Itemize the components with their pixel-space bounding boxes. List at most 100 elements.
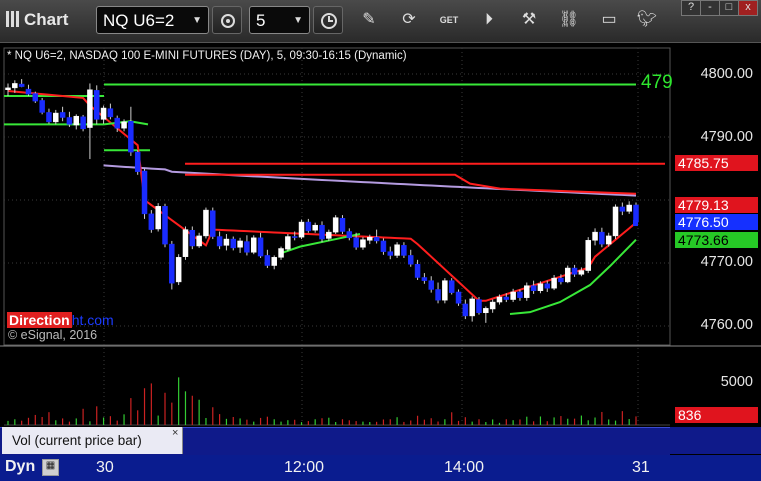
candle-body — [93, 90, 100, 120]
time-tick: 12:00 — [284, 459, 325, 476]
price-chart[interactable] — [0, 42, 761, 469]
candle-body — [148, 213, 155, 230]
interval-settings-button[interactable] — [313, 6, 343, 34]
candle-body — [18, 83, 25, 87]
window-title-label: Chart — [24, 10, 69, 29]
green-line-tag: 479 — [641, 72, 673, 93]
candle-body — [455, 291, 462, 304]
dropdown-caret-icon: ▼ — [192, 15, 202, 26]
price-tick: 4770.00 — [700, 254, 753, 270]
candle-body — [626, 204, 632, 212]
candle-body — [435, 289, 441, 301]
brand-part1: Direction — [7, 312, 72, 328]
clock-icon — [321, 13, 337, 29]
candle-body — [128, 121, 134, 153]
candle-body — [25, 88, 32, 95]
candle-body — [326, 231, 332, 239]
candle-body — [100, 107, 107, 120]
candle-body — [223, 238, 230, 246]
candle-body — [373, 236, 380, 242]
candle-body — [428, 280, 434, 290]
candle-body — [230, 238, 237, 249]
dynamic-mode-label[interactable]: Dyn — [5, 458, 35, 476]
candle-body — [387, 251, 394, 256]
volume-last-tag: 836 — [675, 407, 758, 423]
candle-body — [619, 206, 626, 212]
candle-body — [394, 244, 400, 256]
scale-corner — [670, 427, 761, 454]
minimize-button[interactable]: - — [700, 0, 720, 16]
price-tick: 4790.00 — [700, 129, 753, 145]
candle-body — [32, 93, 39, 102]
candle-body — [346, 231, 353, 239]
time-tick: 14:00 — [444, 459, 485, 476]
brand-part2: ht.com — [71, 312, 114, 328]
candle-body — [134, 151, 141, 172]
candle-body — [285, 236, 291, 250]
get-data-icon[interactable]: GET — [438, 9, 460, 31]
last-price-tag: 4776.50 — [675, 214, 758, 230]
window-title[interactable]: Chart — [6, 10, 68, 30]
maximize-button[interactable]: □ — [719, 0, 739, 16]
draw-pencil-icon[interactable]: ✎ — [358, 9, 380, 31]
candle-body — [571, 267, 578, 275]
candle-body — [448, 280, 455, 293]
candle-body — [530, 285, 537, 291]
candle-body — [332, 217, 339, 233]
candle-body — [250, 237, 257, 253]
candle-body — [59, 112, 66, 118]
close-button[interactable]: x — [738, 0, 758, 16]
volume-study-label: Vol (current price bar) — [12, 433, 142, 448]
symbol-value: NQ U6=2 — [103, 11, 175, 30]
refresh-icon[interactable]: ⟳ — [398, 9, 420, 31]
candle-body — [564, 267, 571, 283]
candle-body — [551, 277, 557, 289]
candle-body — [339, 218, 346, 232]
candle-body — [592, 231, 598, 241]
candle-body — [169, 243, 175, 284]
brand-logo: Direction ht.com — [7, 312, 114, 328]
play-icon[interactable]: ⏵ — [478, 9, 500, 31]
candle-body — [496, 296, 503, 303]
interval-selector[interactable]: 5 ▼ — [249, 6, 310, 34]
candle-body — [537, 283, 544, 291]
candle-body — [599, 231, 605, 245]
candle-body — [367, 236, 373, 241]
candle-body — [196, 235, 202, 247]
chart-bars-icon — [6, 11, 20, 27]
volume-scale-tick: 5000 — [720, 374, 753, 390]
link-icon[interactable]: ⛓ — [558, 9, 580, 31]
symbol-settings-button[interactable] — [212, 6, 242, 34]
dropdown-caret-icon: ▼ — [293, 15, 303, 26]
candle-body — [469, 298, 475, 317]
candle-body — [271, 257, 277, 266]
candle-body — [121, 121, 127, 129]
candle-body — [66, 117, 73, 125]
twitter-icon[interactable]: 🐦︎ — [636, 9, 658, 31]
candle-body — [46, 112, 52, 123]
red-ma-tag: 4779.13 — [675, 197, 758, 213]
price-tick: 4800.00 — [700, 66, 753, 82]
candle-body — [39, 100, 45, 113]
gear-icon — [221, 14, 235, 28]
close-study-icon[interactable]: × — [172, 427, 178, 439]
volume-study-tab[interactable]: Vol (current price bar) × — [2, 427, 183, 454]
candle-body — [73, 115, 80, 126]
symbol-selector[interactable]: NQ U6=2 ▼ — [96, 6, 209, 34]
candle-body — [312, 224, 318, 231]
candle-body — [5, 87, 11, 91]
comment-icon[interactable]: ▭ — [598, 9, 620, 31]
candle-body — [612, 206, 619, 237]
calendar-icon[interactable]: ▦ — [42, 459, 59, 476]
candle-body — [182, 229, 189, 257]
candle-body — [107, 108, 114, 118]
help-button[interactable]: ? — [681, 0, 701, 16]
candle-body — [462, 303, 469, 317]
candle-body — [291, 236, 298, 238]
candle-body — [155, 206, 161, 230]
green-moving-average — [509, 238, 637, 316]
toolbox-icon[interactable]: ⚒ — [518, 9, 540, 31]
candle-body — [421, 277, 428, 281]
toolbar: Chart NQ U6=2 ▼ 5 ▼ ✎ ⟳ GET ⏵ ⚒ ⛓ ▭ 🐦︎ ? -… — [0, 0, 761, 43]
candle-body — [53, 112, 59, 123]
